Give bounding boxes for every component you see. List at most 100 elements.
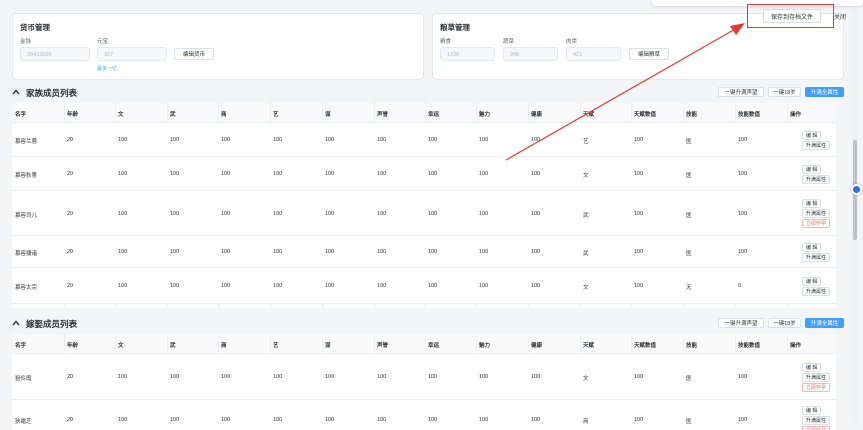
instant-pregnancy-button[interactable]: 立即怀孕	[802, 219, 831, 228]
cell-name: 慕容捷诸	[15, 251, 38, 257]
spouse-collapse-icon[interactable]	[11, 318, 21, 328]
cell-mou: 100	[325, 171, 335, 177]
cell-health: 100	[531, 417, 541, 423]
cell-wu: 100	[170, 374, 180, 380]
grain-title: 粮草管理	[440, 23, 470, 32]
cell-skill-value: 100	[738, 417, 748, 423]
column-header-shang: 商	[221, 112, 227, 118]
cell-name: 慕容太宗	[15, 285, 38, 291]
cell-talent: 文	[583, 376, 589, 382]
cell-charm: 100	[479, 171, 489, 177]
spouse-age18-button[interactable]: 一键18岁	[768, 318, 801, 328]
ingot-input[interactable]: 327	[97, 47, 167, 61]
cell-shang: 100	[221, 249, 231, 255]
cell-mou: 100	[325, 374, 335, 380]
max-attributes-button[interactable]: 升满属性	[802, 252, 831, 262]
cell-talent-value: 100	[634, 374, 644, 380]
family-section-title: 家族成员列表	[26, 88, 78, 98]
edit-button[interactable]: 编 辑	[802, 199, 822, 208]
cell-luck: 100	[428, 137, 438, 143]
spouse-max-reputation-button[interactable]: 一键升满声望	[718, 318, 764, 328]
column-header-name: 名字	[15, 343, 27, 349]
edit-button[interactable]: 编 辑	[802, 130, 822, 140]
column-header-reputation: 声誉	[377, 343, 389, 349]
cell-yi: 100	[273, 374, 283, 380]
grain-label: 粮食	[440, 39, 452, 45]
cell-talent-value: 100	[634, 210, 644, 217]
cell-wen: 100	[118, 417, 128, 423]
edit-button[interactable]: 编 辑	[802, 405, 822, 415]
spouse-max-all-button[interactable]: 升满全属性	[805, 318, 844, 328]
edit-button[interactable]: 编 辑	[802, 164, 822, 174]
close-button[interactable]: 关闭	[830, 9, 850, 23]
instant-pregnancy-button[interactable]: 立即怀孕	[802, 382, 831, 392]
save-highlight-box	[747, 4, 834, 28]
cell-shang: 100	[221, 374, 231, 380]
family-max-all-button[interactable]: 升满全属性	[805, 87, 844, 97]
cell-skill-value: 100	[738, 171, 748, 177]
cell-charm: 100	[479, 210, 489, 217]
max-attributes-button[interactable]: 升满属性	[802, 415, 831, 425]
cell-talent-value: 100	[634, 171, 644, 177]
cell-talent-value: 100	[634, 249, 644, 255]
edit-currency-button[interactable]: 编辑货币	[174, 48, 214, 60]
column-header-actions: 操作	[790, 112, 802, 118]
column-header-reputation: 声誉	[377, 112, 389, 118]
cell-talent: 文	[583, 173, 589, 179]
grain-input[interactable]: 1226	[440, 47, 495, 61]
cell-yi: 100	[273, 171, 283, 177]
family-collapse-icon[interactable]	[11, 87, 21, 97]
max-attributes-button[interactable]: 升满属性	[802, 209, 831, 218]
column-header-actions: 操作	[790, 343, 802, 349]
cell-yi: 100	[273, 283, 283, 289]
cell-wen: 100	[118, 137, 128, 143]
cell-age: 20	[67, 137, 74, 143]
floating-help-icon[interactable]	[851, 184, 862, 195]
max-attributes-button[interactable]: 升满属性	[802, 372, 831, 382]
family-age18-button[interactable]: 一键18岁	[768, 87, 801, 97]
cell-luck: 100	[428, 374, 438, 380]
cell-wen: 100	[118, 283, 128, 289]
cell-age: 20	[67, 417, 74, 423]
column-header-yi: 艺	[273, 112, 279, 118]
column-header-yi: 艺	[273, 343, 279, 349]
column-header-luck: 幸运	[428, 343, 440, 349]
cell-health: 100	[531, 283, 541, 289]
cell-charm: 100	[479, 374, 489, 380]
spouse-table: 名字 年龄文武商艺谋声誉 幸运 魅力 健康 天赋 天赋数值 技能 技能数值 操作 狙伶霞 20 100 1…	[12, 334, 836, 430]
column-header-luck: 幸运	[428, 112, 440, 118]
cell-skill: 医	[686, 212, 692, 219]
max-attributes-button[interactable]: 升满属性	[802, 140, 831, 150]
cell-health: 100	[531, 249, 541, 255]
column-header-age: 年龄	[67, 343, 79, 349]
cell-charm: 100	[479, 283, 489, 289]
edit-button[interactable]: 编 辑	[802, 242, 822, 252]
cell-skill-value: 0	[738, 283, 742, 289]
instant-pregnancy-button[interactable]: 立即怀孕	[802, 425, 831, 430]
cell-wu: 100	[170, 171, 180, 177]
cell-luck: 100	[428, 417, 438, 423]
max-attributes-button[interactable]: 升满属性	[802, 286, 831, 296]
money-input[interactable]: 29433560	[20, 47, 90, 61]
cell-yi: 100	[273, 249, 283, 255]
cell-mou: 100	[325, 283, 335, 289]
cell-name: 慕容秋第	[15, 173, 38, 179]
cell-reputation: 100	[377, 210, 387, 217]
cell-yi: 100	[273, 417, 283, 423]
cell-age: 20	[67, 210, 74, 217]
edit-button[interactable]: 编 辑	[802, 362, 822, 372]
column-header-shang: 商	[221, 343, 227, 349]
annotation-arrow	[505, 23, 745, 161]
table-row: 慕容司儿 20 100 100 100 100 100 100 100 100 100 武 100 医 10…	[12, 191, 836, 236]
cell-talent-value: 100	[634, 417, 644, 423]
cell-yi: 100	[273, 210, 283, 217]
edit-button[interactable]: 编 辑	[802, 276, 822, 286]
cell-shang: 100	[221, 210, 231, 217]
cell-skill: 医	[686, 419, 692, 425]
cell-wen: 100	[118, 374, 128, 380]
max-hint-link[interactable]: 最多一亿	[97, 65, 117, 72]
cell-age: 20	[67, 374, 74, 380]
column-header-age: 年龄	[67, 112, 79, 118]
max-attributes-button[interactable]: 升满属性	[802, 174, 831, 184]
cell-mou: 100	[325, 249, 335, 255]
